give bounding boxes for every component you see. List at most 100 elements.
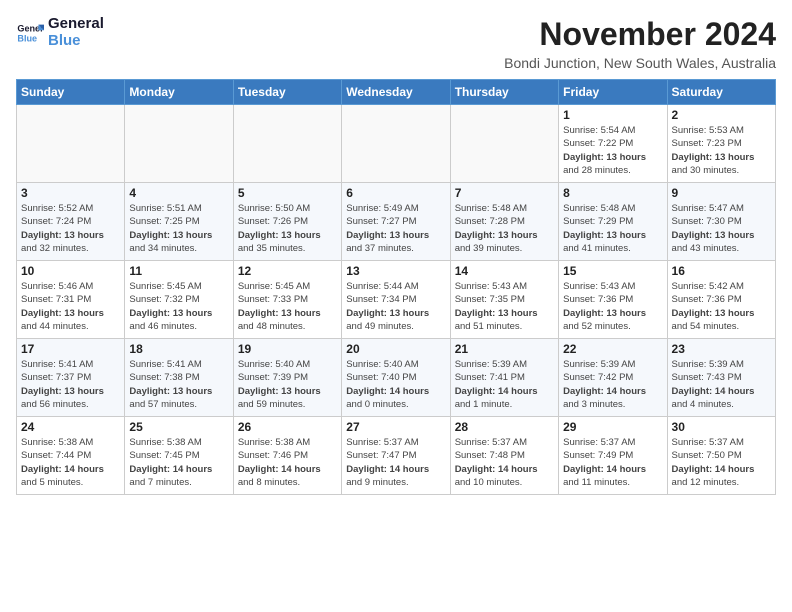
day-number: 26 [238,420,337,434]
header-monday: Monday [125,80,233,105]
calendar-cell: 15 Sunrise: 5:43 AMSunset: 7:36 PMDayligh… [559,261,667,339]
calendar-cell: 1 Sunrise: 5:54 AMSunset: 7:22 PMDaylight… [559,105,667,183]
calendar-cell: 23Sunrise: 5:39 AMSunset: 7:43 PMDayligh… [667,339,775,417]
day-number: 16 [672,264,771,278]
day-number: 3 [21,186,120,200]
day-number: 30 [672,420,771,434]
calendar-cell: 30 Sunrise: 5:37 AMSunset: 7:50 PMDayligh… [667,417,775,495]
calendar-cell: 9 Sunrise: 5:47 AMSunset: 7:30 PMDaylight… [667,183,775,261]
calendar-cell: 10Sunrise: 5:46 AMSunset: 7:31 PMDayligh… [17,261,125,339]
svg-text:Blue: Blue [17,33,37,43]
calendar-cell: 14Sunrise: 5:43 AMSunset: 7:35 PMDayligh… [450,261,558,339]
calendar-header-row: Sunday Monday Tuesday Wednesday Thursday… [17,80,776,105]
day-info: Sunrise: 5:41 AMSunset: 7:37 PMDaylight:… [21,358,120,411]
month-title: November 2024 [504,16,776,53]
day-number: 25 [129,420,228,434]
calendar-week-1: 1 Sunrise: 5:54 AMSunset: 7:22 PMDaylight… [17,105,776,183]
day-number: 20 [346,342,445,356]
day-number: 5 [238,186,337,200]
calendar-cell: 13Sunrise: 5:44 AMSunset: 7:34 PMDayligh… [342,261,450,339]
header-saturday: Saturday [667,80,775,105]
day-number: 15 [563,264,662,278]
calendar-cell: 7 Sunrise: 5:48 AMSunset: 7:28 PMDaylight… [450,183,558,261]
day-info: Sunrise: 5:49 AMSunset: 7:27 PMDaylight:… [346,202,445,255]
calendar-cell [342,105,450,183]
day-info: Sunrise: 5:54 AMSunset: 7:22 PMDaylight:… [563,124,662,177]
calendar-cell: 4 Sunrise: 5:51 AMSunset: 7:25 PMDaylight… [125,183,233,261]
day-info: Sunrise: 5:51 AMSunset: 7:25 PMDaylight:… [129,202,228,255]
logo-line1: General [48,16,104,33]
calendar-cell: 22 Sunrise: 5:39 AMSunset: 7:42 PMDayligh… [559,339,667,417]
calendar-cell: 3Sunrise: 5:52 AMSunset: 7:24 PMDaylight… [17,183,125,261]
day-number: 10 [21,264,120,278]
day-number: 17 [21,342,120,356]
day-number: 28 [455,420,554,434]
day-info: Sunrise: 5:39 AMSunset: 7:41 PMDaylight:… [455,358,554,411]
day-info: Sunrise: 5:47 AMSunset: 7:30 PMDaylight:… [672,202,771,255]
subtitle: Bondi Junction, New South Wales, Austral… [504,55,776,71]
calendar-cell: 8 Sunrise: 5:48 AMSunset: 7:29 PMDaylight… [559,183,667,261]
calendar-cell [125,105,233,183]
day-info: Sunrise: 5:40 AMSunset: 7:40 PMDaylight:… [346,358,445,411]
calendar-cell [233,105,341,183]
day-info: Sunrise: 5:37 AMSunset: 7:47 PMDaylight:… [346,436,445,489]
day-number: 21 [455,342,554,356]
day-number: 27 [346,420,445,434]
day-number: 8 [563,186,662,200]
calendar-cell: 17 Sunrise: 5:41 AMSunset: 7:37 PMDayligh… [17,339,125,417]
header: General Blue General Blue November 2024 … [16,16,776,71]
day-info: Sunrise: 5:45 AMSunset: 7:32 PMDaylight:… [129,280,228,333]
day-info: Sunrise: 5:48 AMSunset: 7:28 PMDaylight:… [455,202,554,255]
day-info: Sunrise: 5:43 AMSunset: 7:36 PMDaylight:… [563,280,662,333]
header-wednesday: Wednesday [342,80,450,105]
day-info: Sunrise: 5:48 AMSunset: 7:29 PMDaylight:… [563,202,662,255]
calendar-week-2: 3Sunrise: 5:52 AMSunset: 7:24 PMDaylight… [17,183,776,261]
day-number: 24 [21,420,120,434]
calendar-week-4: 17 Sunrise: 5:41 AMSunset: 7:37 PMDayligh… [17,339,776,417]
day-number: 13 [346,264,445,278]
header-tuesday: Tuesday [233,80,341,105]
day-number: 29 [563,420,662,434]
logo-line2: Blue [48,33,104,50]
day-info: Sunrise: 5:37 AMSunset: 7:48 PMDaylight:… [455,436,554,489]
calendar-cell: 20 Sunrise: 5:40 AMSunset: 7:40 PMDayligh… [342,339,450,417]
calendar-cell: 6 Sunrise: 5:49 AMSunset: 7:27 PMDaylight… [342,183,450,261]
calendar-cell: 5Sunrise: 5:50 AMSunset: 7:26 PMDaylight… [233,183,341,261]
calendar-cell: 29 Sunrise: 5:37 AMSunset: 7:49 PMDayligh… [559,417,667,495]
calendar-cell: 2 Sunrise: 5:53 AMSunset: 7:23 PMDaylight… [667,105,775,183]
day-info: Sunrise: 5:37 AMSunset: 7:50 PMDaylight:… [672,436,771,489]
day-number: 7 [455,186,554,200]
day-number: 6 [346,186,445,200]
day-info: Sunrise: 5:40 AMSunset: 7:39 PMDaylight:… [238,358,337,411]
day-number: 14 [455,264,554,278]
title-block: November 2024 Bondi Junction, New South … [504,16,776,71]
calendar-cell: 25 Sunrise: 5:38 AMSunset: 7:45 PMDayligh… [125,417,233,495]
day-number: 2 [672,108,771,122]
calendar-cell: 12Sunrise: 5:45 AMSunset: 7:33 PMDayligh… [233,261,341,339]
header-thursday: Thursday [450,80,558,105]
day-info: Sunrise: 5:37 AMSunset: 7:49 PMDaylight:… [563,436,662,489]
day-info: Sunrise: 5:53 AMSunset: 7:23 PMDaylight:… [672,124,771,177]
day-info: Sunrise: 5:38 AMSunset: 7:46 PMDaylight:… [238,436,337,489]
header-sunday: Sunday [17,80,125,105]
day-number: 19 [238,342,337,356]
calendar-cell: 27 Sunrise: 5:37 AMSunset: 7:47 PMDayligh… [342,417,450,495]
day-info: Sunrise: 5:38 AMSunset: 7:44 PMDaylight:… [21,436,120,489]
calendar: Sunday Monday Tuesday Wednesday Thursday… [16,79,776,495]
calendar-cell: 11 Sunrise: 5:45 AMSunset: 7:32 PMDayligh… [125,261,233,339]
calendar-cell: 19 Sunrise: 5:40 AMSunset: 7:39 PMDayligh… [233,339,341,417]
header-friday: Friday [559,80,667,105]
day-number: 11 [129,264,228,278]
day-info: Sunrise: 5:39 AMSunset: 7:42 PMDaylight:… [563,358,662,411]
page-container: General Blue General Blue November 2024 … [0,0,792,503]
day-number: 4 [129,186,228,200]
day-number: 1 [563,108,662,122]
calendar-cell: 16Sunrise: 5:42 AMSunset: 7:36 PMDayligh… [667,261,775,339]
day-info: Sunrise: 5:45 AMSunset: 7:33 PMDaylight:… [238,280,337,333]
day-info: Sunrise: 5:38 AMSunset: 7:45 PMDaylight:… [129,436,228,489]
calendar-cell: 28 Sunrise: 5:37 AMSunset: 7:48 PMDayligh… [450,417,558,495]
calendar-cell: 24 Sunrise: 5:38 AMSunset: 7:44 PMDayligh… [17,417,125,495]
day-number: 22 [563,342,662,356]
logo: General Blue General Blue [16,16,104,49]
day-number: 9 [672,186,771,200]
